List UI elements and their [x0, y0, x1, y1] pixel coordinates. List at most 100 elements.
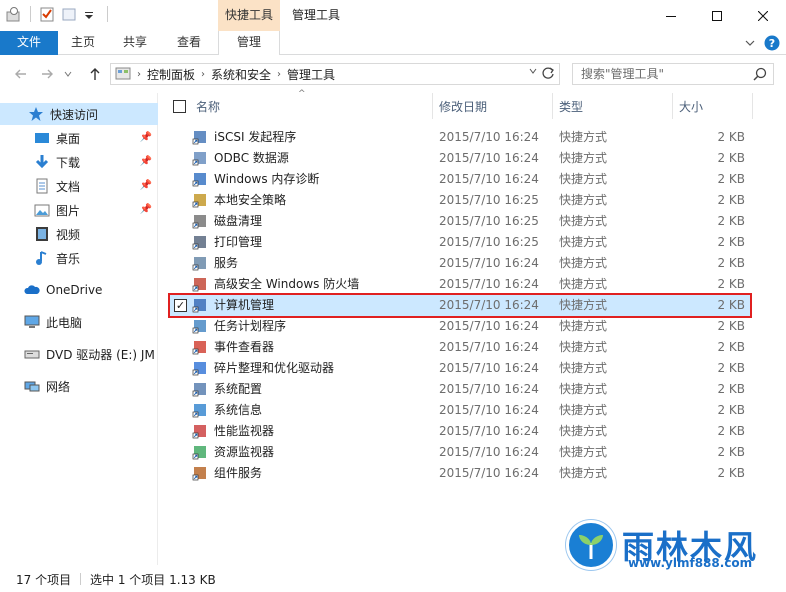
file-date: 2015/7/10 16:25 — [439, 214, 539, 228]
watermark-logo-icon — [566, 520, 616, 570]
file-date: 2015/7/10 16:24 — [439, 130, 539, 144]
sidebar-item-this-pc[interactable]: 此电脑 — [0, 311, 158, 333]
file-row[interactable]: 性能监视器 2015/7/10 16:24 快捷方式 2 KB — [170, 421, 750, 442]
file-date: 2015/7/10 16:24 — [439, 382, 539, 396]
up-button[interactable] — [86, 65, 104, 83]
file-row[interactable]: 事件查看器 2015/7/10 16:24 快捷方式 2 KB — [170, 337, 750, 358]
file-size: 2 KB — [717, 298, 745, 312]
address-dropdown-button[interactable] — [529, 67, 537, 78]
tab-view[interactable]: 查看 — [166, 31, 212, 55]
file-size: 2 KB — [717, 403, 745, 417]
help-button[interactable]: ? — [764, 35, 780, 54]
watermark: 雨林木风 www.ylmf888.com — [566, 520, 780, 570]
tab-home[interactable]: 主页 — [60, 31, 106, 55]
file-date: 2015/7/10 16:24 — [439, 277, 539, 291]
selection-info: 选中 1 个项目 1.13 KB — [90, 573, 216, 587]
file-date: 2015/7/10 16:24 — [439, 256, 539, 270]
file-row[interactable]: 资源监视器 2015/7/10 16:24 快捷方式 2 KB — [170, 442, 750, 463]
file-row[interactable]: 本地安全策略 2015/7/10 16:25 快捷方式 2 KB — [170, 190, 750, 211]
shortcut-icon — [192, 192, 208, 208]
pin-icon[interactable]: 📌 — [140, 156, 152, 167]
customize-toolbar-icon[interactable] — [83, 6, 99, 22]
search-icon[interactable] — [753, 67, 767, 87]
tab-manage[interactable]: 管理 — [218, 31, 280, 56]
breadcrumb-system-security[interactable]: 系统和安全 — [211, 66, 271, 83]
file-date: 2015/7/10 16:24 — [439, 445, 539, 459]
properties-icon[interactable] — [39, 6, 55, 22]
sidebar-item-pictures[interactable]: 图片 📌 — [0, 199, 158, 221]
sidebar-item-documents[interactable]: 文档 📌 — [0, 175, 158, 197]
tab-share[interactable]: 共享 — [112, 31, 158, 55]
network-icon — [24, 378, 40, 394]
forward-button[interactable] — [38, 65, 56, 83]
watermark-url: www.ylmf888.com — [628, 556, 753, 570]
file-name: 打印管理 — [214, 235, 263, 249]
back-button[interactable] — [12, 65, 30, 83]
minimize-button[interactable] — [648, 0, 694, 31]
file-size: 2 KB — [717, 172, 745, 186]
sidebar-item-desktop[interactable]: 桌面 📌 — [0, 127, 158, 149]
file-row[interactable]: 碎片整理和优化驱动器 2015/7/10 16:24 快捷方式 2 KB — [170, 358, 750, 379]
column-name[interactable]: 名称 — [190, 93, 433, 119]
shortcut-icon — [192, 339, 208, 355]
file-row[interactable]: iSCSI 发起程序 2015/7/10 16:24 快捷方式 2 KB — [170, 127, 750, 148]
file-size: 2 KB — [717, 319, 745, 333]
file-row[interactable]: 打印管理 2015/7/10 16:25 快捷方式 2 KB — [170, 232, 750, 253]
file-row[interactable]: ODBC 数据源 2015/7/10 16:24 快捷方式 2 KB — [170, 148, 750, 169]
close-button[interactable] — [740, 0, 786, 31]
shortcut-icon — [192, 150, 208, 166]
shortcut-icon — [192, 423, 208, 439]
title-bar: 快捷工具 管理工具 — [0, 0, 786, 31]
file-name: 组件服务 — [214, 466, 263, 480]
shortcut-icon — [192, 234, 208, 250]
help-icon: ? — [764, 35, 780, 51]
sidebar-item-videos[interactable]: 视频 — [0, 223, 158, 245]
sidebar-item-quick-access[interactable]: 快速访问 — [0, 103, 158, 125]
select-all-checkbox[interactable] — [173, 100, 186, 113]
sidebar-item-dvd-drive[interactable]: DVD 驱动器 (E:) JM — [0, 343, 158, 365]
address-bar[interactable]: › 控制面板 › 系统和安全 › 管理工具 — [110, 63, 560, 85]
column-date[interactable]: 修改日期 — [433, 93, 553, 119]
file-name: 系统配置 — [214, 382, 263, 396]
refresh-button[interactable] — [541, 66, 555, 84]
shortcut-icon — [192, 276, 208, 292]
shortcut-icon — [192, 465, 208, 481]
file-name: 系统信息 — [214, 403, 263, 417]
arrow-right-icon — [42, 69, 53, 79]
breadcrumb-admin-tools[interactable]: 管理工具 — [287, 66, 335, 83]
sidebar-item-network[interactable]: 网络 — [0, 375, 158, 397]
column-type[interactable]: 类型 — [553, 93, 673, 119]
column-size[interactable]: 大小 — [673, 93, 753, 119]
new-folder-icon[interactable] — [61, 6, 77, 22]
row-checkbox[interactable]: ✓ — [174, 299, 187, 312]
sidebar-item-music[interactable]: 音乐 — [0, 247, 158, 269]
maximize-button[interactable] — [694, 0, 740, 31]
expand-ribbon-button[interactable] — [744, 37, 756, 52]
file-row[interactable]: 系统信息 2015/7/10 16:24 快捷方式 2 KB — [170, 400, 750, 421]
pin-icon[interactable]: 📌 — [140, 180, 152, 191]
pin-icon[interactable]: 📌 — [140, 204, 152, 215]
file-row[interactable]: 任务计划程序 2015/7/10 16:24 快捷方式 2 KB — [170, 316, 750, 337]
file-name: 磁盘清理 — [214, 214, 263, 228]
sidebar-item-onedrive[interactable]: OneDrive — [0, 279, 158, 301]
file-row[interactable]: 磁盘清理 2015/7/10 16:25 快捷方式 2 KB — [170, 211, 750, 232]
breadcrumb-control-panel[interactable]: 控制面板 — [147, 66, 195, 83]
tab-file[interactable]: 文件 — [0, 31, 58, 55]
file-size: 2 KB — [717, 424, 745, 438]
recent-locations-button[interactable] — [62, 65, 74, 83]
file-row[interactable]: Windows 内存诊断 2015/7/10 16:24 快捷方式 2 KB — [170, 169, 750, 190]
file-row[interactable]: 高级安全 Windows 防火墙 2015/7/10 16:24 快捷方式 2 KB — [170, 274, 750, 295]
file-name: iSCSI 发起程序 — [214, 130, 297, 144]
file-row[interactable]: 系统配置 2015/7/10 16:24 快捷方式 2 KB — [170, 379, 750, 400]
document-icon — [34, 178, 50, 194]
file-row[interactable]: 服务 2015/7/10 16:24 快捷方式 2 KB — [170, 253, 750, 274]
file-row[interactable]: 组件服务 2015/7/10 16:24 快捷方式 2 KB — [170, 463, 750, 484]
app-icon[interactable] — [6, 6, 22, 22]
file-date: 2015/7/10 16:25 — [439, 235, 539, 249]
download-icon — [34, 154, 50, 170]
search-input[interactable]: 搜索"管理工具" — [572, 63, 774, 85]
pin-icon[interactable]: 📌 — [140, 132, 152, 143]
sidebar-item-downloads[interactable]: 下载 📌 — [0, 151, 158, 173]
star-icon — [28, 106, 44, 122]
file-row[interactable]: ✓ 计算机管理 2015/7/10 16:24 快捷方式 2 KB — [168, 293, 752, 318]
